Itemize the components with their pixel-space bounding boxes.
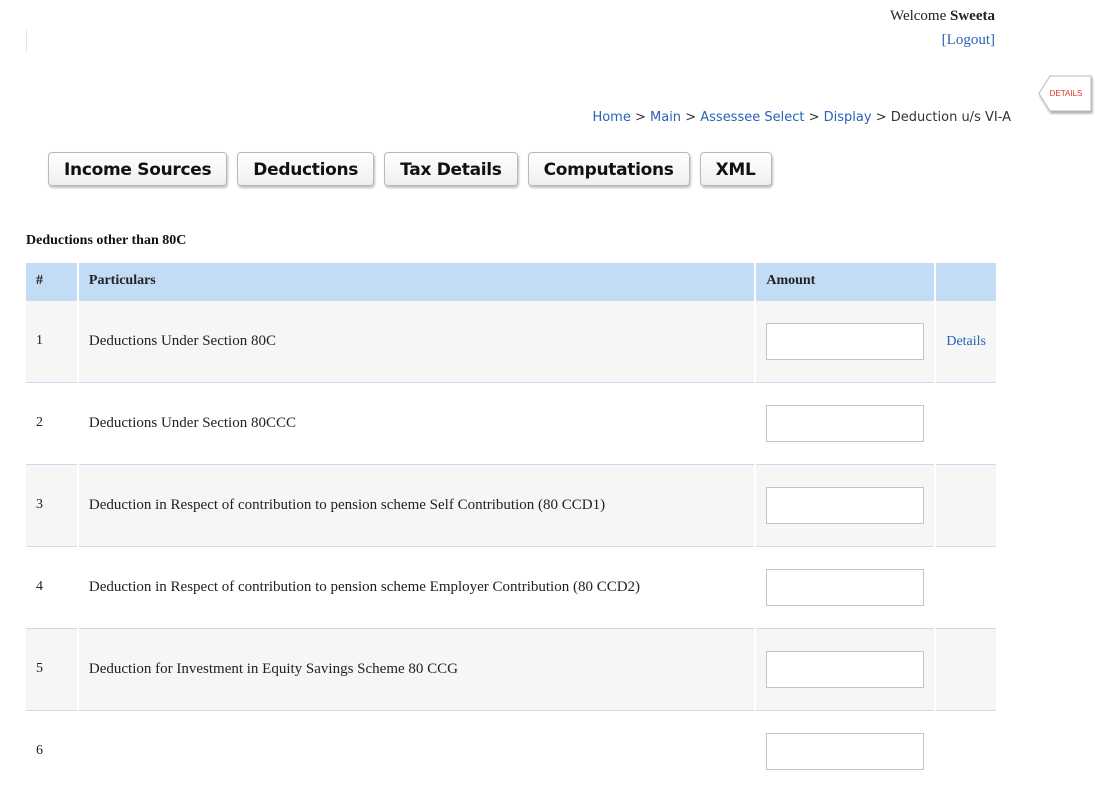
tab-deductions[interactable]: Deductions xyxy=(237,152,375,186)
amount-input[interactable] xyxy=(766,322,925,360)
header-amount: Amount xyxy=(754,263,936,300)
breadcrumb-separator: > xyxy=(875,110,887,125)
table-header-row: # Particulars Amount xyxy=(26,263,996,300)
breadcrumb-separator: > xyxy=(808,110,820,125)
row-action-cell xyxy=(934,381,996,464)
tab-income-sources[interactable]: Income Sources xyxy=(48,152,228,186)
row-amount-cell xyxy=(754,299,936,382)
user-name: Sweeta xyxy=(950,8,995,24)
row-number: 1 xyxy=(26,299,78,382)
row-action-cell: Details xyxy=(934,299,996,382)
deductions-table: # Particulars Amount 1 Deductions Under … xyxy=(26,263,996,792)
tab-computations[interactable]: Computations xyxy=(527,152,690,186)
breadcrumb-assessee-select[interactable]: Assessee Select xyxy=(700,110,804,125)
row-number: 6 xyxy=(26,709,78,792)
table-row: 3 Deduction in Respect of contribution t… xyxy=(26,463,996,546)
section-title: Deductions other than 80C xyxy=(26,233,187,248)
table-row: 6 xyxy=(26,709,996,792)
table-row: 5 Deduction for Investment in Equity Sav… xyxy=(26,627,996,710)
amount-input[interactable] xyxy=(766,732,925,770)
row-action-cell xyxy=(934,463,996,546)
details-side-tab[interactable]: DETAILS xyxy=(1038,75,1092,112)
logout-link[interactable]: [Logout] xyxy=(942,32,995,49)
row-particulars xyxy=(76,709,756,792)
details-tab-label: DETAILS xyxy=(1050,89,1083,98)
tab-xml[interactable]: XML xyxy=(699,152,772,186)
table-row: 4 Deduction in Respect of contribution t… xyxy=(26,545,996,628)
tab-tax-details[interactable]: Tax Details xyxy=(384,152,518,186)
row-particulars: Deduction in Respect of contribution to … xyxy=(76,545,756,628)
amount-input[interactable] xyxy=(766,486,925,524)
amount-input[interactable] xyxy=(766,568,925,606)
row-amount-cell xyxy=(754,627,936,710)
breadcrumb-main[interactable]: Main xyxy=(650,110,681,125)
breadcrumb-separator: > xyxy=(634,110,646,125)
table-row: 2 Deductions Under Section 80CCC xyxy=(26,381,996,464)
row-amount-cell xyxy=(754,545,936,628)
details-link[interactable]: Details xyxy=(946,334,986,349)
amount-input[interactable] xyxy=(766,650,925,688)
amount-input[interactable] xyxy=(766,404,925,442)
row-number: 4 xyxy=(26,545,78,628)
breadcrumb: Home > Main > Assessee Select > Display … xyxy=(592,110,1011,125)
row-number: 3 xyxy=(26,463,78,546)
row-particulars: Deduction for Investment in Equity Savin… xyxy=(76,627,756,710)
row-amount-cell xyxy=(754,463,936,546)
section-tabs: Income Sources Deductions Tax Details Co… xyxy=(48,152,772,186)
welcome-text: Welcome Sweeta xyxy=(889,8,995,24)
row-particulars: Deductions Under Section 80C xyxy=(76,299,756,382)
row-number: 2 xyxy=(26,381,78,464)
row-number: 5 xyxy=(26,627,78,710)
row-particulars: Deductions Under Section 80CCC xyxy=(76,381,756,464)
breadcrumb-separator: > xyxy=(685,110,697,125)
breadcrumb-home[interactable]: Home xyxy=(592,110,630,125)
breadcrumb-current: Deduction u/s VI-A xyxy=(890,110,1011,125)
table-row: 1 Deductions Under Section 80C Details xyxy=(26,299,996,382)
details-tab-shape: DETAILS xyxy=(1038,75,1092,112)
header-action xyxy=(934,263,996,300)
row-action-cell xyxy=(934,709,996,792)
row-action-cell xyxy=(934,545,996,628)
row-particulars: Deduction in Respect of contribution to … xyxy=(76,463,756,546)
breadcrumb-display[interactable]: Display xyxy=(824,110,872,125)
row-action-cell xyxy=(934,627,996,710)
header-number: # xyxy=(26,263,78,300)
divider xyxy=(26,30,27,52)
header-particulars: Particulars xyxy=(76,263,756,300)
row-amount-cell xyxy=(754,709,936,792)
row-amount-cell xyxy=(754,381,936,464)
